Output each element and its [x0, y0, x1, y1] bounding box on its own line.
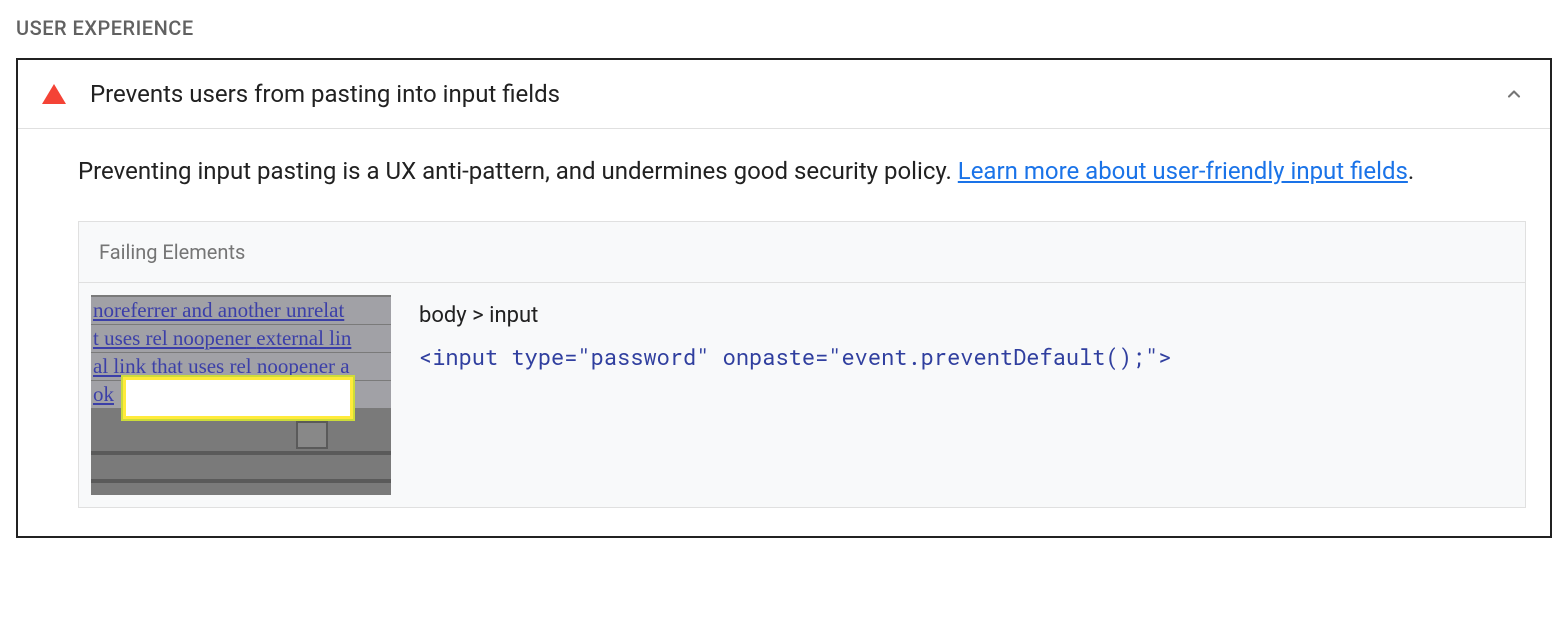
audit-description-suffix: .	[1408, 157, 1414, 185]
thumbnail-text-line: noreferrer and another unrelat	[91, 297, 391, 324]
thumbnail-highlighted-input	[123, 377, 353, 419]
audit-title: Prevents users from pasting into input f…	[90, 80, 1502, 108]
failing-elements-header: Failing Elements	[79, 222, 1525, 283]
failing-elements-table: Failing Elements noreferrer and another …	[78, 221, 1526, 508]
failing-element-row: noreferrer and another unrelat t uses re…	[79, 283, 1525, 507]
audit-header[interactable]: Prevents users from pasting into input f…	[18, 60, 1550, 129]
audit-description: Preventing input pasting is a UX anti-pa…	[78, 153, 1526, 189]
element-details: body > input <input type="password" onpa…	[419, 295, 1513, 371]
thumbnail-divider	[91, 479, 391, 483]
thumbnail-divider	[91, 451, 391, 455]
audit-description-text: Preventing input pasting is a UX anti-pa…	[78, 157, 958, 185]
learn-more-link[interactable]: Learn more about user-friendly input fie…	[958, 157, 1408, 185]
thumbnail-broken-image-icon	[296, 421, 328, 449]
failing-elements-label: Failing Elements	[99, 240, 1505, 264]
audit-container: Prevents users from pasting into input f…	[16, 58, 1552, 538]
thumbnail-text-fragment: external lin	[256, 326, 351, 350]
chevron-up-icon	[1502, 82, 1526, 106]
element-thumbnail: noreferrer and another unrelat t uses re…	[91, 295, 391, 495]
warning-triangle-icon	[42, 84, 66, 104]
section-header-user-experience: USER EXPERIENCE	[16, 16, 1552, 40]
thumbnail-text-fragment: t uses rel noopener	[93, 326, 256, 350]
audit-body: Preventing input pasting is a UX anti-pa…	[18, 129, 1550, 536]
thumbnail-text-line: t uses rel noopener external lin	[91, 325, 391, 352]
element-code-snippet: <input type="password" onpaste="event.pr…	[419, 342, 1513, 371]
element-selector-path: body > input	[419, 303, 1513, 328]
